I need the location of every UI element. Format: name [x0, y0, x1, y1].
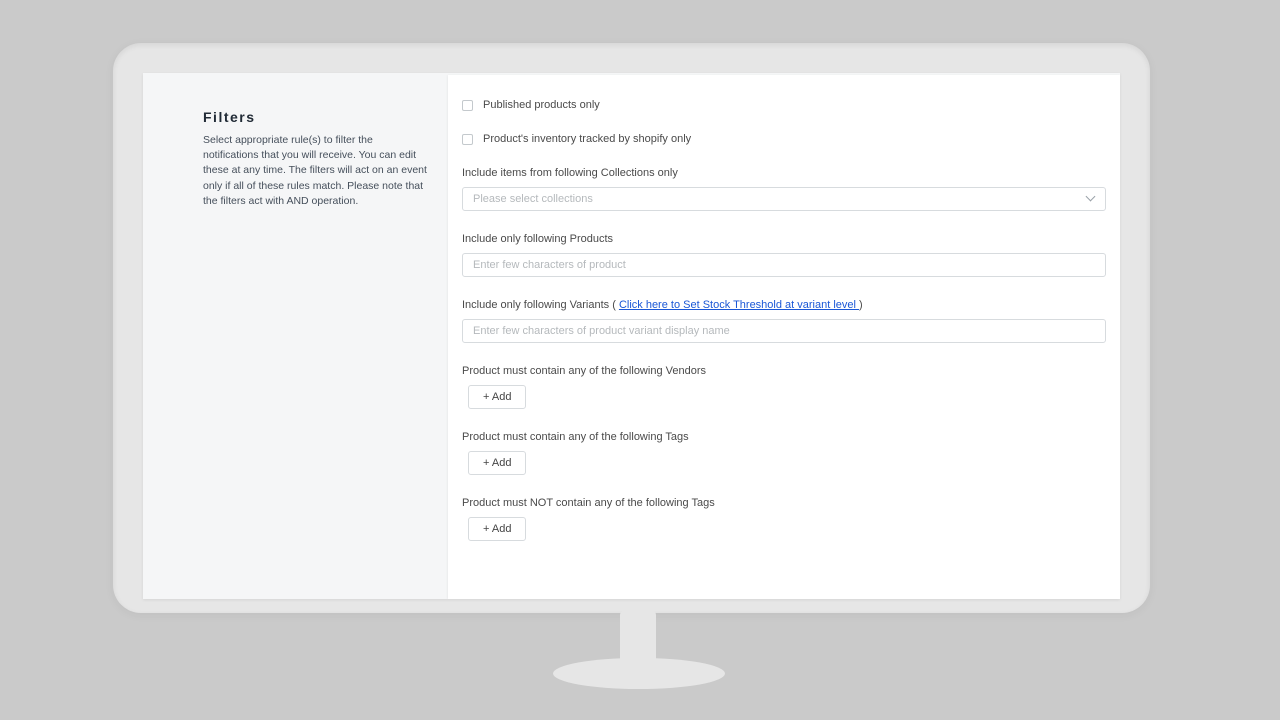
add-tag-include-button[interactable]: + Add: [468, 451, 526, 475]
main-panel: Published products only Product's invent…: [448, 75, 1120, 599]
sidebar: Filters Select appropriate rule(s) to fi…: [143, 73, 448, 599]
products-label: Include only following Products: [462, 233, 1106, 245]
checkbox-icon[interactable]: [462, 134, 473, 145]
published-checkbox-label: Published products only: [483, 99, 600, 111]
chevron-down-icon: [1087, 195, 1095, 203]
app-screen: Filters Select appropriate rule(s) to fi…: [143, 73, 1120, 599]
checkbox-icon[interactable]: [462, 100, 473, 111]
variants-section: Include only following Variants ( Click …: [462, 299, 1106, 343]
monitor-frame: Filters Select appropriate rule(s) to fi…: [113, 43, 1150, 613]
tags-exclude-label: Product must NOT contain any of the foll…: [462, 497, 1106, 509]
variants-placeholder: Enter few characters of product variant …: [473, 325, 730, 337]
products-placeholder: Enter few characters of product: [473, 259, 626, 271]
products-input[interactable]: Enter few characters of product: [462, 253, 1106, 277]
tags-include-section: Product must contain any of the followin…: [462, 431, 1106, 475]
variants-threshold-link[interactable]: Click here to Set Stock Threshold at var…: [619, 299, 859, 311]
add-tag-exclude-button[interactable]: + Add: [468, 517, 526, 541]
collections-label: Include items from following Collections…: [462, 167, 1106, 179]
vendors-section: Product must contain any of the followin…: [462, 365, 1106, 409]
sidebar-title: Filters: [203, 109, 428, 125]
sidebar-description: Select appropriate rule(s) to filter the…: [203, 133, 428, 209]
tracked-checkbox-label: Product's inventory tracked by shopify o…: [483, 133, 691, 145]
add-vendor-button[interactable]: + Add: [468, 385, 526, 409]
tracked-checkbox-row[interactable]: Product's inventory tracked by shopify o…: [462, 133, 1106, 145]
collections-placeholder: Please select collections: [473, 193, 593, 205]
tags-exclude-section: Product must NOT contain any of the foll…: [462, 497, 1106, 541]
variants-label-suffix: ): [859, 299, 863, 311]
products-section: Include only following Products Enter fe…: [462, 233, 1106, 277]
variants-input[interactable]: Enter few characters of product variant …: [462, 319, 1106, 343]
tags-include-label: Product must contain any of the followin…: [462, 431, 1106, 443]
variants-label: Include only following Variants ( Click …: [462, 299, 1106, 311]
monitor-stand-base: [553, 658, 725, 689]
collections-select[interactable]: Please select collections: [462, 187, 1106, 211]
vendors-label: Product must contain any of the followin…: [462, 365, 1106, 377]
variants-label-prefix: Include only following Variants (: [462, 299, 619, 311]
published-checkbox-row[interactable]: Published products only: [462, 99, 1106, 111]
collections-section: Include items from following Collections…: [462, 167, 1106, 211]
